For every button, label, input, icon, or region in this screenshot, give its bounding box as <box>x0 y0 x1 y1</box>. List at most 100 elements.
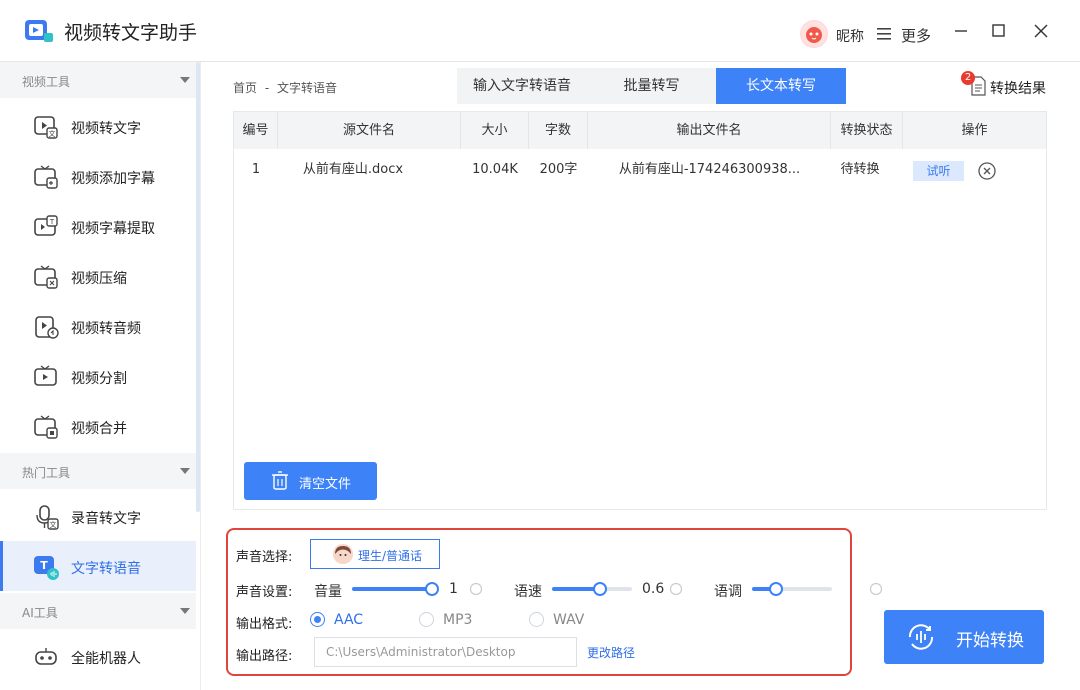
sidebar-item-compress[interactable]: 视频压缩 <box>0 251 196 301</box>
svg-text:T: T <box>49 218 55 226</box>
tab-long-text[interactable]: 长文本转写 <box>716 68 846 104</box>
change-path-link[interactable]: 更改路径 <box>587 644 635 661</box>
output-path-input[interactable] <box>314 637 577 667</box>
sidebar-item-label: 视频合并 <box>71 421 127 437</box>
column-header: 操作 <box>961 123 988 138</box>
sidebar-item-split[interactable]: 视频分割 <box>0 351 196 401</box>
speed-label: 语速 <box>514 584 542 600</box>
cell-word-count: 200字 <box>539 162 578 177</box>
format-label-mp3[interactable]: MP3 <box>443 612 472 628</box>
sidebar-item-label: 视频转文字 <box>71 121 141 137</box>
sidebar-group-video-tools[interactable]: 视频工具 <box>0 62 196 98</box>
sidebar-item-label: 录音转文字 <box>71 511 141 527</box>
clear-files-button[interactable]: 清空文件 <box>244 462 377 500</box>
cell-status: 待转换 <box>840 162 880 177</box>
sidebar-group-hot-tools[interactable]: 热门工具 <box>0 453 196 489</box>
more-menu[interactable]: 更多 <box>901 25 931 46</box>
pitch-slider-handle[interactable] <box>769 582 783 596</box>
svg-text:文: 文 <box>50 520 57 529</box>
format-label-aac[interactable]: AAC <box>334 612 363 628</box>
breadcrumb-current: 文字转语音 <box>277 81 338 95</box>
sidebar-item-text-to-speech[interactable]: T 文字转语音 <box>0 541 196 591</box>
sidebar-item-video-to-audio[interactable]: 视频转音频 <box>0 301 196 351</box>
volume-label: 音量 <box>314 584 342 600</box>
format-radio-aac[interactable] <box>310 612 325 627</box>
svg-text:T: T <box>40 559 48 572</box>
pitch-slider[interactable] <box>752 582 832 596</box>
start-conversion-label: 开始转换 <box>956 631 1024 651</box>
sidebar-item-label: 视频分割 <box>71 371 127 387</box>
chevron-down-icon <box>180 77 190 83</box>
pitch-label: 语调 <box>714 584 742 600</box>
sidebar-item-label: 视频添加字幕 <box>71 171 155 187</box>
title-bar: 视频转文字助手 昵称 更多 <box>0 0 1080 62</box>
voice-select-label: 声音选择: <box>236 550 293 565</box>
results-label: 转换结果 <box>990 81 1046 97</box>
mode-tabs: 输入文字转语音 批量转写 长文本转写 <box>457 68 846 104</box>
sidebar-item-robot[interactable]: 全能机器人 <box>0 631 196 681</box>
start-conversion-button[interactable]: 开始转换 <box>884 610 1044 664</box>
volume-slider[interactable] <box>352 582 439 596</box>
cell-number: 1 <box>251 162 261 177</box>
voice-select-button[interactable]: 理生/普通话 <box>310 539 440 569</box>
svg-text:文: 文 <box>49 129 56 138</box>
speed-slider[interactable] <box>552 582 632 596</box>
sidebar-group-ai-tools[interactable]: AI工具 <box>0 593 196 629</box>
tv-subtitle-icon <box>34 165 58 189</box>
sidebar-scrollbar[interactable] <box>196 62 200 512</box>
app-logo-icon <box>25 20 53 42</box>
sidebar-item-add-subtitle[interactable]: 视频添加字幕 <box>0 151 196 201</box>
chevron-down-icon <box>180 468 190 474</box>
speed-slider-handle[interactable] <box>593 582 607 596</box>
clear-files-label: 清空文件 <box>299 477 352 492</box>
sidebar-item-video-to-text[interactable]: 文 视频转文字 <box>0 101 196 151</box>
video-text-icon: 文 <box>34 116 58 139</box>
merge-icon <box>34 415 58 439</box>
sidebar-item-label: 文字转语音 <box>71 561 141 577</box>
avatar-icon <box>801 21 827 47</box>
menu-icon[interactable] <box>877 28 891 40</box>
chevron-down-icon <box>180 608 190 614</box>
split-icon <box>34 365 57 386</box>
nickname[interactable]: 昵称 <box>836 26 864 46</box>
sidebar-item-label: 视频压缩 <box>71 271 127 287</box>
format-label-wav[interactable]: WAV <box>553 612 584 628</box>
voice-avatar-icon <box>333 544 353 564</box>
format-radio-mp3[interactable] <box>419 612 434 627</box>
app-title: 视频转文字助手 <box>64 22 198 44</box>
output-path-label: 输出路径: <box>236 649 293 664</box>
remove-icon[interactable] <box>977 161 997 181</box>
format-radio-wav[interactable] <box>529 612 544 627</box>
avatar[interactable] <box>800 20 828 48</box>
reset-icon[interactable] <box>669 582 683 596</box>
close-icon[interactable] <box>1032 22 1050 40</box>
microphone-icon: 文 <box>36 505 59 530</box>
volume-slider-handle[interactable] <box>425 582 439 596</box>
tab-input-text[interactable]: 输入文字转语音 <box>457 68 587 104</box>
reset-icon[interactable] <box>869 582 883 596</box>
output-format-label: 输出格式: <box>236 617 293 632</box>
breadcrumb-separator: - <box>264 81 270 95</box>
text-to-speech-icon: T <box>34 556 59 580</box>
minimize-icon[interactable] <box>952 22 970 40</box>
speed-value: 0.6 <box>642 581 665 597</box>
conversion-results-button[interactable]: 2 转换结果 <box>961 71 1055 100</box>
sound-settings-label: 声音设置: <box>236 585 293 600</box>
column-header: 字数 <box>529 112 588 149</box>
table-header: 编号 源文件名 大小 字数 输出文件名 转换状态 操作 <box>234 112 1046 149</box>
reset-icon[interactable] <box>469 582 483 596</box>
cell-size: 10.04K <box>472 162 518 177</box>
sidebar-item-extract-subtitle[interactable]: T 视频字幕提取 <box>0 201 196 251</box>
sidebar-item-audio-to-text[interactable]: 文 录音转文字 <box>0 491 196 541</box>
group-label: 热门工具 <box>22 466 71 480</box>
sidebar-item-merge[interactable]: 视频合并 <box>0 401 196 451</box>
preview-listen-button[interactable]: 试听 <box>913 161 964 181</box>
tab-batch[interactable]: 批量转写 <box>587 68 716 104</box>
breadcrumb: 首页 - 文字转语音 <box>233 79 337 96</box>
voice-name: 理生/普通话 <box>358 549 423 563</box>
file-table: 编号 源文件名 大小 字数 输出文件名 转换状态 操作 1 从前有座山.docx… <box>233 111 1047 510</box>
maximize-icon[interactable] <box>990 22 1008 40</box>
cell-output-file: 从前有座山-174246300938... <box>618 162 801 177</box>
breadcrumb-home[interactable]: 首页 <box>233 81 257 95</box>
subtitle-extract-icon: T <box>34 215 58 236</box>
